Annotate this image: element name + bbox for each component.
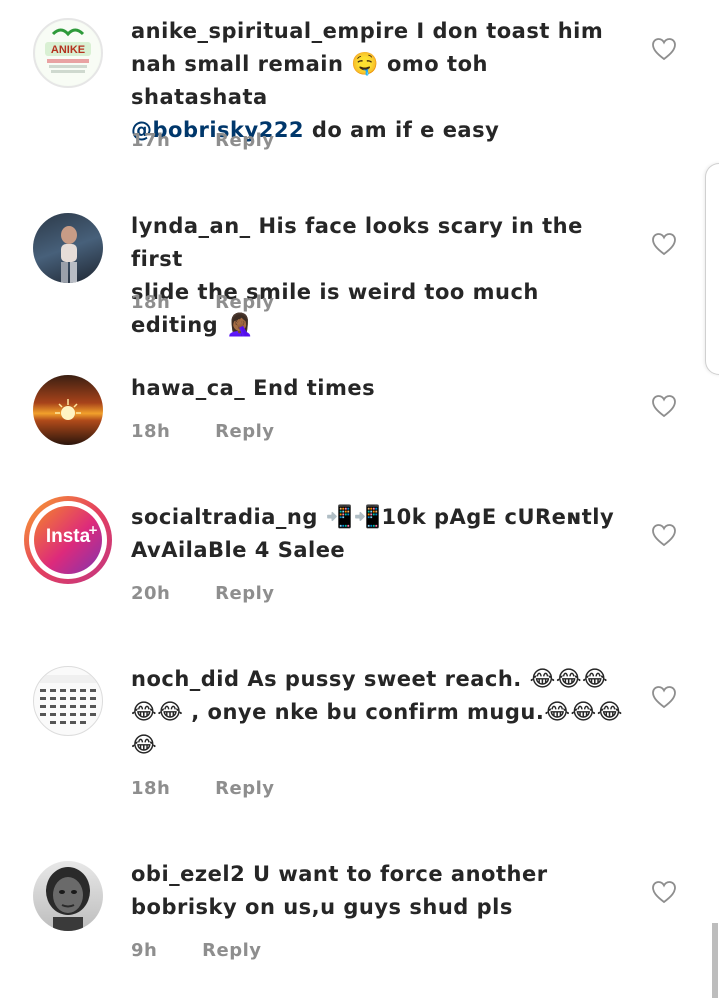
comment-meta: 18h Reply xyxy=(131,421,275,442)
avatar-label: Insta xyxy=(45,526,91,547)
comment-text: nah small remain xyxy=(131,52,344,76)
avatar[interactable]: ANIKE xyxy=(33,18,103,88)
comment-time: 18h xyxy=(131,421,171,442)
avatar[interactable] xyxy=(33,375,103,445)
edge-panel-handle[interactable] xyxy=(705,163,719,375)
tears-of-joy-icon: 😂 xyxy=(131,733,158,758)
plus-icon: + xyxy=(88,523,99,537)
comment-text: U want to force another xyxy=(253,862,548,886)
avatar[interactable] xyxy=(33,666,103,736)
reply-button[interactable]: Reply xyxy=(202,940,261,961)
avatar[interactable] xyxy=(33,861,103,931)
comment-username[interactable]: obi_ezel2 xyxy=(131,862,245,886)
heart-outline-icon[interactable] xyxy=(651,37,677,61)
comment-text: As pussy sweet reach. xyxy=(247,667,522,691)
comment-time: 18h xyxy=(131,292,171,313)
heart-outline-icon[interactable] xyxy=(651,232,677,256)
comment-meta: 17h Reply xyxy=(131,130,275,151)
svg-text:ANIKE: ANIKE xyxy=(51,44,85,56)
comment-meta: 9h Reply xyxy=(131,940,261,961)
tears-of-joy-icon: 😂😂😂 xyxy=(529,667,609,692)
avatar[interactable] xyxy=(33,213,103,283)
scrollbar-thumb[interactable] xyxy=(712,923,718,998)
avatar[interactable]: Insta + xyxy=(24,496,112,584)
comment-username[interactable]: anike_spiritual_empire xyxy=(131,19,409,43)
tears-of-joy-icon: 😂😂 xyxy=(131,700,184,725)
comment-username[interactable]: lynda_an_ xyxy=(131,214,251,238)
comment-body: socialtradia_ng 📲📲10k pAgE cUReɴtly AvAi… xyxy=(131,501,631,567)
comment-body: lynda_an_ His face looks scary in the fi… xyxy=(131,210,631,342)
heart-outline-icon[interactable] xyxy=(651,394,677,418)
comment-meta: 18h Reply xyxy=(131,778,275,799)
reply-button[interactable]: Reply xyxy=(215,130,274,151)
comment-text: End times xyxy=(253,376,376,400)
facepalm-icon: 🤦🏾‍♀️ xyxy=(226,313,254,338)
comment-body: noch_did As pussy sweet reach. 😂😂😂 😂😂 , … xyxy=(131,663,631,762)
comment-text: do am if e easy xyxy=(311,118,500,142)
comment-text: I don toast him xyxy=(416,19,604,43)
comment-text: , onye nke bu confirm mugu. xyxy=(191,700,545,724)
heart-outline-icon[interactable] xyxy=(651,685,677,709)
tears-of-joy-icon: 😂😂😂 xyxy=(544,700,623,725)
comment-body: hawa_ca_ End times xyxy=(131,372,631,405)
comment-time: 9h xyxy=(131,940,158,961)
comment-text: bobrisky on us,u guys shud pls xyxy=(131,895,513,919)
comment-body: obi_ezel2 U want to force another bobris… xyxy=(131,858,631,924)
mobile-arrow-icon: 📲📲 xyxy=(325,505,382,530)
comment-body: anike_spiritual_empire I don toast him n… xyxy=(131,15,631,147)
reply-button[interactable]: Reply xyxy=(215,778,274,799)
reply-button[interactable]: Reply xyxy=(215,292,274,313)
comment-text: 10k pAgE cUReɴtly xyxy=(381,505,615,529)
heart-outline-icon[interactable] xyxy=(651,523,677,547)
comment-time: 18h xyxy=(131,778,171,799)
reply-button[interactable]: Reply xyxy=(215,583,274,604)
reply-button[interactable]: Reply xyxy=(215,421,274,442)
comment-username[interactable]: socialtradia_ng xyxy=(131,505,318,529)
comment-meta: 20h Reply xyxy=(131,583,275,604)
comment-time: 17h xyxy=(131,130,171,151)
heart-outline-icon[interactable] xyxy=(651,880,677,904)
comment-username[interactable]: noch_did xyxy=(131,667,240,691)
comment-username[interactable]: hawa_ca_ xyxy=(131,376,245,400)
comment-meta: 18h Reply xyxy=(131,292,275,313)
drooling-face-icon: 🤤 xyxy=(351,52,380,77)
comment-time: 20h xyxy=(131,583,171,604)
comment-text: AvAilaBle 4 Salee xyxy=(131,538,346,562)
